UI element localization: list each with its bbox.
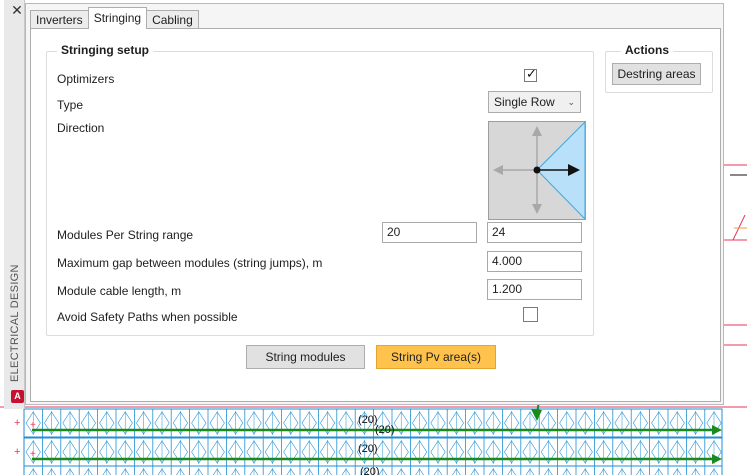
group-title: Actions — [621, 43, 674, 57]
modules-per-string-min-input[interactable]: 20 — [382, 222, 477, 243]
row-start-marker: + — [14, 446, 20, 458]
type-select-value: Single Row — [494, 95, 555, 109]
stringing-tab-content: Stringing setup Optimizers ✓ Type Single… — [30, 28, 721, 402]
row-start-marker: + — [14, 417, 20, 429]
type-select[interactable]: Single Row ⌄ — [488, 91, 581, 113]
max-gap-input[interactable]: 4.000 — [487, 251, 582, 272]
tab-strip: Inverters Stringing Cabling — [30, 7, 199, 29]
group-title: Stringing setup — [57, 43, 153, 57]
arrow-up-icon[interactable] — [532, 126, 542, 136]
string-count-label: (20) — [358, 443, 378, 455]
tab-cabling[interactable]: Cabling — [146, 10, 199, 29]
electrical-design-panel: Inverters Stringing Cabling Stringing se… — [25, 3, 724, 405]
optimizers-label: Optimizers — [57, 72, 115, 86]
string-count-label: (20) — [360, 466, 380, 475]
tab-inverters[interactable]: Inverters — [30, 10, 89, 29]
close-icon[interactable]: ✕ — [9, 2, 25, 18]
direction-picker[interactable] — [488, 120, 586, 221]
modules-per-string-label: Modules Per String range — [57, 228, 194, 242]
checkmark-icon: ✓ — [526, 66, 537, 81]
optimizers-checkbox[interactable]: ✓ — [524, 66, 537, 82]
avoid-safety-label: Avoid Safety Paths when possible — [57, 310, 238, 324]
type-label: Type — [57, 98, 84, 112]
destring-areas-button[interactable]: Destring areas — [612, 63, 701, 85]
chevron-down-icon: ⌄ — [567, 97, 575, 107]
string-count-label: (20) — [375, 424, 395, 436]
arrow-down-icon[interactable] — [532, 204, 542, 214]
modules-per-string-max-input[interactable]: 24 — [487, 222, 582, 243]
palette-title: ELECTRICAL DESIGN — [9, 264, 21, 382]
max-gap-label: Maximum gap between modules (string jump… — [57, 256, 323, 270]
cable-length-input[interactable]: 1.200 — [487, 279, 582, 300]
direction-origin-dot — [533, 166, 541, 174]
direction-label: Direction — [57, 121, 105, 135]
tab-stringing[interactable]: Stringing — [87, 7, 148, 29]
avoid-safety-checkbox[interactable] — [523, 307, 538, 322]
cable-length-label: Module cable length, m — [57, 284, 182, 298]
arrow-left-icon[interactable] — [493, 165, 503, 175]
app-logo-icon: A — [11, 390, 24, 403]
string-modules-button[interactable]: String modules — [246, 345, 365, 369]
palette-side-bar: ✕ ELECTRICAL DESIGN A — [4, 0, 25, 409]
string-pv-areas-button[interactable]: String Pv area(s) — [376, 345, 496, 369]
